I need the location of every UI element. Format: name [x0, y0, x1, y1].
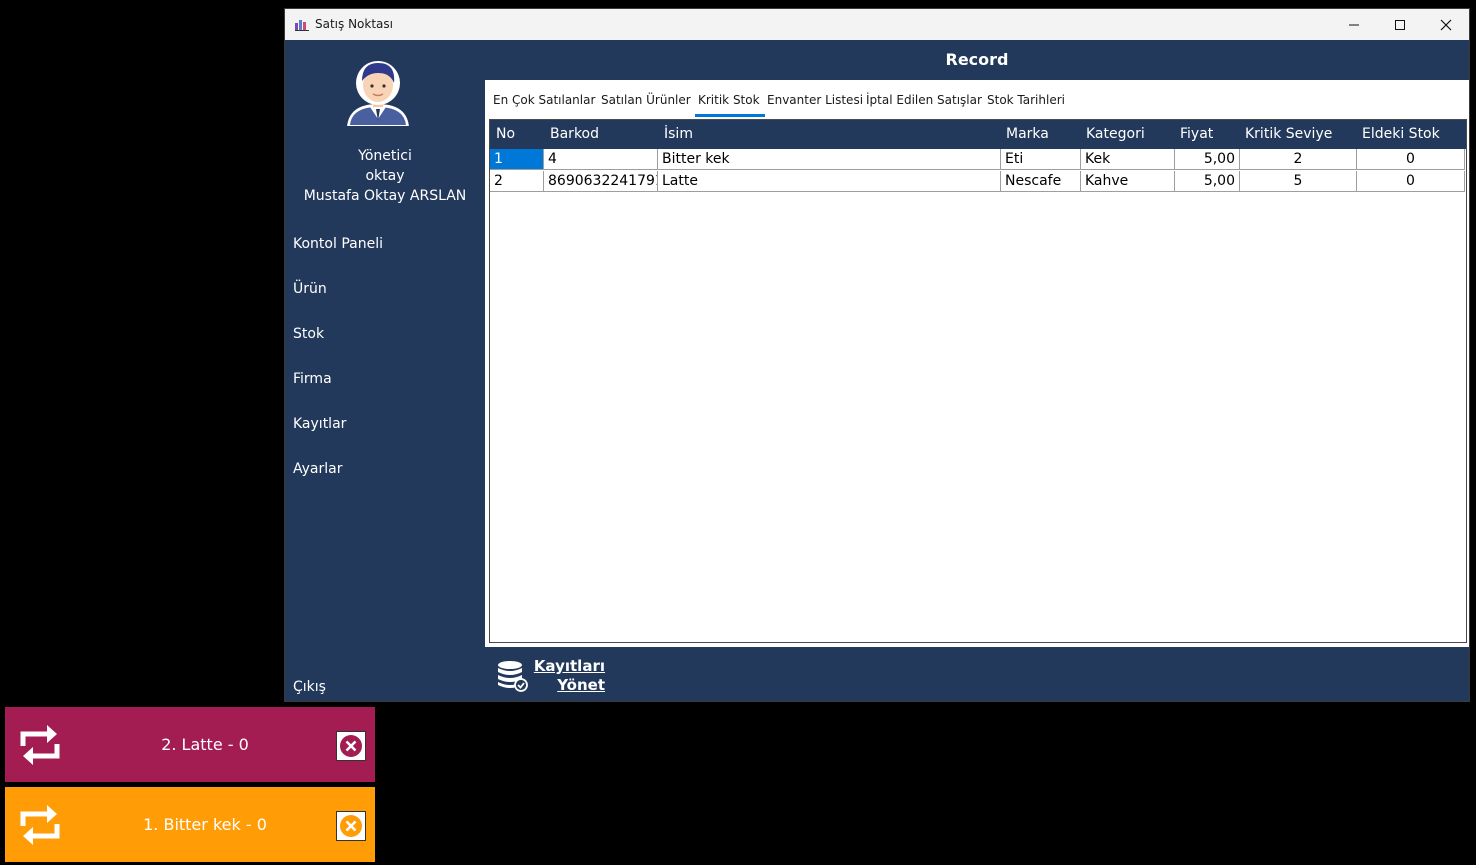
nav-item-settings[interactable]: Ayarlar [293, 461, 342, 477]
records-panel: En Çok Satılanlar Satılan Ürünler Kritik… [485, 80, 1469, 647]
nav-item-records[interactable]: Kayıtlar [293, 416, 346, 432]
repeat-icon [20, 805, 60, 845]
close-circle-icon [340, 815, 362, 837]
app-icon [295, 20, 309, 31]
notification-text: 2. Latte - 0 [161, 735, 249, 754]
user-info: Yönetici oktay Mustafa Oktay ARSLAN [285, 146, 485, 206]
cell-name[interactable]: Latte [658, 171, 1001, 192]
window-title: Satış Noktası [315, 17, 393, 31]
cell-name[interactable]: Bitter kek [658, 149, 1001, 170]
user-full-name: Mustafa Oktay ARSLAN [303, 188, 467, 204]
minimize-button[interactable] [1331, 9, 1377, 40]
tab-inventory-list[interactable]: Envanter Listesi [767, 93, 863, 107]
table-row[interactable]: 1 4 Bitter kek Eti Kek 5,00 2 0 [490, 149, 1466, 171]
column-header-name[interactable]: İsim [664, 120, 693, 149]
user-avatar-icon [344, 61, 412, 128]
column-header-barcode[interactable]: Barkod [550, 120, 599, 149]
cell-price[interactable]: 5,00 [1175, 149, 1240, 170]
tab-best-sellers[interactable]: En Çok Satılanlar [493, 93, 595, 107]
sidebar: Yönetici oktay Mustafa Oktay ARSLAN Kont… [285, 40, 485, 701]
title-bar: Satış Noktası [285, 9, 1469, 40]
notification-text: 1. Bitter kek - 0 [143, 815, 267, 834]
tab-cancelled-sales[interactable]: İptal Edilen Satışlar [866, 93, 982, 107]
cell-barcode[interactable]: 4 [544, 149, 658, 170]
column-header-price[interactable]: Fiyat [1180, 120, 1213, 149]
user-username: oktay [365, 168, 405, 184]
cell-price[interactable]: 5,00 [1175, 171, 1240, 192]
exit-button[interactable]: Çıkış [293, 679, 326, 695]
repeat-icon [20, 725, 60, 765]
nav-item-product[interactable]: Ürün [293, 281, 327, 297]
nav-item-control-panel[interactable]: Kontol Paneli [293, 236, 383, 252]
tab-stock-dates[interactable]: Stok Tarihleri [987, 93, 1065, 107]
cell-critical-level[interactable]: 5 [1240, 171, 1357, 192]
cell-no[interactable]: 1 [490, 149, 544, 170]
notification-bitter-kek[interactable]: 1. Bitter kek - 0 [5, 787, 375, 862]
cell-category[interactable]: Kek [1081, 149, 1175, 170]
cell-brand[interactable]: Eti [1001, 149, 1081, 170]
column-header-brand[interactable]: Marka [1006, 120, 1049, 149]
table-header: No Barkod İsim Marka Kategori Fiyat Krit… [490, 120, 1466, 149]
column-header-no[interactable]: No [496, 120, 515, 149]
notification-close-button[interactable] [336, 731, 366, 761]
close-window-button[interactable] [1423, 9, 1469, 40]
page-title: Record [945, 50, 1009, 69]
manage-records-line-1: Kayıtları [533, 657, 605, 675]
manage-records-button[interactable]: Kayıtları Yönet [495, 657, 615, 697]
critical-stock-table[interactable]: No Barkod İsim Marka Kategori Fiyat Krit… [489, 119, 1467, 643]
maximize-button[interactable] [1377, 9, 1423, 40]
tab-sold-products[interactable]: Satılan Ürünler [601, 93, 691, 107]
cell-critical-level[interactable]: 2 [1240, 149, 1357, 170]
manage-records-label: Kayıtları Yönet [533, 657, 605, 695]
nav-item-company[interactable]: Firma [293, 371, 332, 387]
database-check-icon [498, 661, 528, 692]
cell-category[interactable]: Kahve [1081, 171, 1175, 192]
close-circle-icon [340, 735, 362, 757]
table-row[interactable]: 2 8690632241791 Latte Nescafe Kahve 5,00… [490, 171, 1466, 193]
column-header-stock-on-hand[interactable]: Eldeki Stok [1362, 120, 1440, 149]
cell-no[interactable]: 2 [490, 171, 544, 192]
user-role: Yönetici [358, 148, 412, 164]
cell-barcode[interactable]: 8690632241791 [544, 171, 658, 192]
app-window: Satış Noktası Yönetici oktay Mustafa Okt… [285, 9, 1469, 701]
nav-item-stock[interactable]: Stok [293, 326, 324, 342]
manage-records-line-2: Yönet [557, 676, 605, 694]
column-header-critical-level[interactable]: Kritik Seviye [1245, 120, 1332, 149]
tab-critical-stock[interactable]: Kritik Stok [698, 93, 760, 107]
maximize-icon [1395, 19, 1405, 30]
notification-close-button[interactable] [336, 811, 366, 841]
column-header-category[interactable]: Kategori [1086, 120, 1145, 149]
cell-brand[interactable]: Nescafe [1001, 171, 1081, 192]
notification-latte[interactable]: 2. Latte - 0 [5, 707, 375, 782]
minimize-icon [1349, 24, 1359, 25]
cell-stock-on-hand[interactable]: 0 [1357, 149, 1465, 170]
cell-stock-on-hand[interactable]: 0 [1357, 171, 1465, 192]
active-tab-indicator [695, 114, 765, 117]
tab-strip: En Çok Satılanlar Satılan Ürünler Kritik… [485, 80, 1469, 117]
close-icon [1440, 19, 1452, 30]
